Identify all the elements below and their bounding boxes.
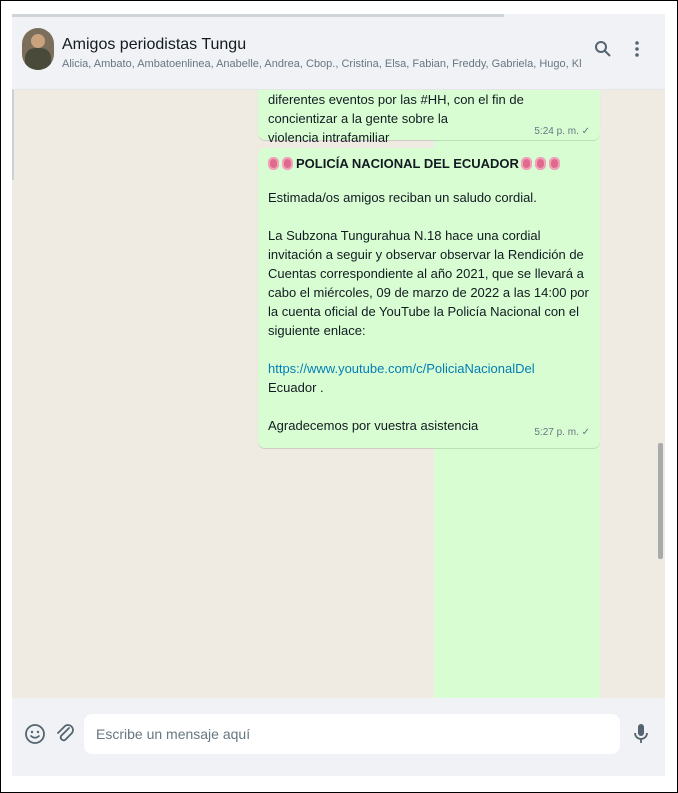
scrollbar[interactable] <box>658 443 663 559</box>
top-divider <box>12 14 504 17</box>
chat-header[interactable]: Amigos periodistas Tungu Alicia, Ambato,… <box>12 14 665 90</box>
alarm-emoji-icon <box>534 157 546 170</box>
side-divider <box>12 90 14 180</box>
compose-bar: Escribe un mensaje aquí <box>12 698 665 776</box>
avatar[interactable] <box>22 28 54 70</box>
message-input-placeholder: Escribe un mensaje aquí <box>96 726 251 742</box>
microphone-icon[interactable] <box>628 721 654 747</box>
message-bubble[interactable]: POLICÍA NACIONAL DEL ECUADOR Estimada/os… <box>258 148 600 448</box>
members-list: Alicia, Ambato, Ambatoenlinea, Anabelle,… <box>62 58 582 70</box>
message-heading: POLICÍA NACIONAL DEL ECUADOR <box>268 154 590 173</box>
search-icon[interactable] <box>590 36 616 62</box>
emoji-icon[interactable] <box>22 721 48 747</box>
chat-window: Amigos periodistas Tungu Alicia, Ambato,… <box>12 14 665 776</box>
paperclip-icon[interactable] <box>52 721 78 747</box>
message-bubble[interactable]: diferentes eventos por las #HH, con el f… <box>258 90 600 145</box>
message-link[interactable]: https://www.youtube.com/c/PoliciaNaciona… <box>268 359 590 378</box>
alarm-emoji-icon <box>268 157 279 170</box>
message-list[interactable]: diferentes eventos por las #HH, con el f… <box>12 90 665 740</box>
message-input[interactable]: Escribe un mensaje aquí <box>84 714 620 754</box>
more-vertical-icon[interactable] <box>624 36 650 62</box>
message-text: La Subzona Tungurahua N.18 hace una cord… <box>268 228 589 338</box>
heading-text: POLICÍA NACIONAL DEL ECUADOR <box>296 156 519 171</box>
message-time: 5:24 p. m. ✓ <box>534 126 590 137</box>
alarm-emoji-icon <box>520 157 532 170</box>
chat-title[interactable]: Amigos periodistas Tungu <box>62 36 246 54</box>
message-time: 5:27 p. m. ✓ <box>534 427 590 438</box>
alarm-emoji-icon <box>282 157 293 170</box>
message-text: Ecuador . <box>268 380 324 395</box>
message-text: Estimada/os amigos reciban un saludo cor… <box>268 190 537 205</box>
alarm-emoji-icon <box>548 157 560 170</box>
